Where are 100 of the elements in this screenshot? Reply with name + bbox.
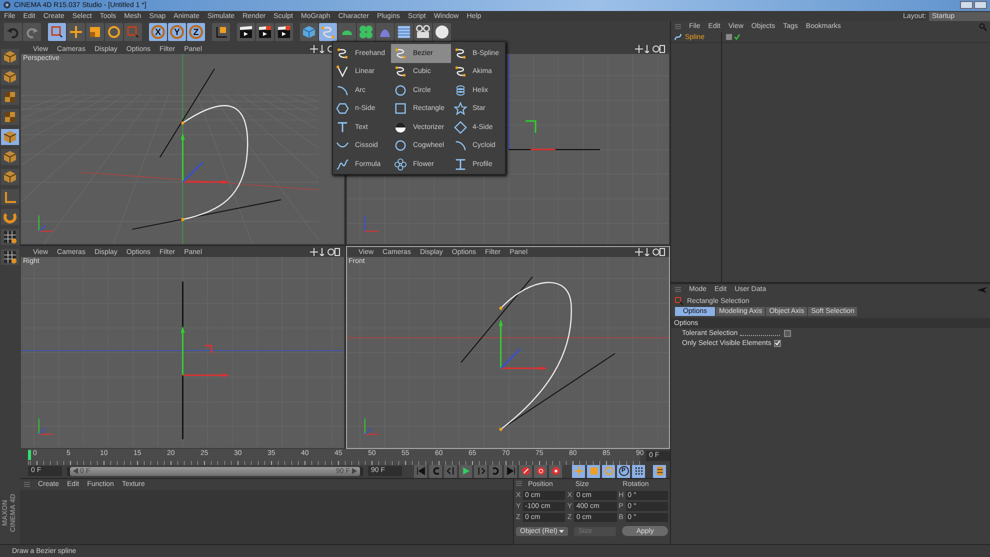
- skip-back-icon: [416, 466, 426, 476]
- half-circle-icon: [394, 120, 407, 134]
- playhead-marker[interactable]: [28, 450, 31, 460]
- rotate-icon: [107, 25, 121, 40]
- camera-icon: [416, 25, 430, 40]
- cube-grid-button[interactable]: [1, 49, 19, 66]
- circle-icon: [394, 84, 407, 97]
- spline-button[interactable]: [319, 23, 337, 42]
- spline-icon: [674, 33, 682, 42]
- axis-lock-button[interactable]: Z: [187, 23, 205, 42]
- cube-button[interactable]: [1, 169, 19, 186]
- grid-button[interactable]: [1, 229, 19, 246]
- step-forward-button[interactable]: [474, 464, 487, 478]
- checkbox[interactable]: [784, 330, 791, 337]
- array-icon: [359, 25, 373, 40]
- play-icon: [460, 466, 470, 476]
- floor-button[interactable]: [395, 23, 413, 42]
- view-navigation-icon[interactable]: [635, 45, 665, 54]
- light-bulb-button[interactable]: [433, 23, 451, 42]
- move-icon: [69, 25, 83, 40]
- rotate-key-button[interactable]: [602, 464, 615, 478]
- record-icon: [520, 466, 530, 476]
- cube-icon: [302, 25, 316, 40]
- scale-icon: [88, 25, 102, 40]
- axis-lock-button[interactable]: Y: [168, 23, 186, 42]
- move-button[interactable]: [67, 23, 85, 42]
- axis-corner-button[interactable]: [1, 189, 19, 206]
- magnet-button[interactable]: [1, 209, 19, 226]
- spline-icon: [321, 25, 335, 40]
- dot-grid-icon: [634, 466, 644, 476]
- floor-icon: [397, 25, 411, 40]
- spline-top-view-drawing[interactable]: [508, 149, 600, 151]
- view-navigation-icon[interactable]: [635, 248, 665, 256]
- record-icon: [536, 466, 546, 476]
- magnet-icon: [3, 210, 17, 224]
- flower-icon: [394, 158, 407, 171]
- skip-forward-button[interactable]: [504, 464, 517, 478]
- grid-button[interactable]: [1, 249, 19, 266]
- skip-back-button[interactable]: [414, 464, 427, 478]
- dome-shape-button[interactable]: [338, 23, 356, 42]
- selection-tool-icon: [126, 25, 140, 40]
- view-navigation-icon[interactable]: [310, 248, 340, 256]
- record-button[interactable]: [519, 464, 532, 478]
- cube-icon: [3, 70, 17, 84]
- array-button[interactable]: [357, 23, 375, 42]
- minimize-button[interactable]: [960, 1, 973, 10]
- selection-tool-button[interactable]: [48, 23, 66, 42]
- selection-tool-button[interactable]: [124, 23, 142, 42]
- polyline-icon: [336, 65, 349, 78]
- record-button[interactable]: [534, 464, 547, 478]
- step-back-button[interactable]: [444, 464, 457, 478]
- cube-button[interactable]: [1, 149, 19, 166]
- rotate-button[interactable]: [105, 23, 123, 42]
- star-icon: [454, 102, 466, 116]
- film-strip-icon: [654, 466, 664, 476]
- checkerboard-button[interactable]: [1, 89, 19, 106]
- maximize-button[interactable]: [974, 1, 987, 10]
- key-back-icon: [430, 466, 440, 476]
- axis-handle-drawing[interactable]: [525, 120, 536, 134]
- move-key-button[interactable]: [572, 464, 585, 478]
- clapperboard-gear-button[interactable]: [275, 23, 293, 42]
- texture-icon: [3, 110, 17, 124]
- world-axis-icon: [364, 418, 379, 436]
- scale-button[interactable]: [86, 23, 104, 42]
- dot-grid-key-button[interactable]: [632, 464, 645, 478]
- axis-lock-button[interactable]: X: [149, 23, 167, 42]
- scale-icon: [588, 466, 598, 476]
- camera-button[interactable]: [414, 23, 432, 42]
- texture-button[interactable]: [1, 109, 19, 126]
- world-axis-icon: [38, 215, 54, 232]
- checkbox[interactable]: [774, 340, 782, 347]
- play-button[interactable]: [459, 464, 472, 478]
- right-arrow-icon[interactable]: [352, 468, 357, 474]
- axis-handle-drawing[interactable]: [180, 133, 230, 184]
- clapperboard-button[interactable]: [237, 23, 255, 42]
- cube-button[interactable]: [1, 69, 19, 86]
- checkmark-icon: [775, 340, 780, 346]
- redo-button[interactable]: [23, 23, 41, 42]
- cube-button[interactable]: [1, 129, 19, 146]
- axis-handle-drawing[interactable]: [180, 326, 230, 378]
- clapperboard-button[interactable]: [256, 23, 274, 42]
- key-forward-button[interactable]: [489, 464, 502, 478]
- record-button[interactable]: [549, 464, 562, 478]
- world-axis-icon: [364, 216, 379, 232]
- coordinate-system-button[interactable]: [212, 23, 230, 42]
- clapperboard-icon: [239, 25, 253, 40]
- undo-icon: [6, 25, 20, 40]
- cube-button[interactable]: [300, 23, 318, 42]
- clapperboard-gear-icon: [277, 25, 291, 40]
- checkmark-icon[interactable]: [734, 34, 740, 40]
- caret-icon: [559, 530, 564, 533]
- scale-key-button[interactable]: [587, 464, 600, 478]
- deformer-button[interactable]: [376, 23, 394, 42]
- key-back-button[interactable]: [429, 464, 442, 478]
- i-beam-icon: [454, 158, 466, 171]
- left-arrow-icon[interactable]: [73, 468, 78, 474]
- visibility-toggle-icon[interactable]: [726, 34, 732, 40]
- timeline-button[interactable]: [653, 464, 666, 478]
- axis-handle-drawing[interactable]: [498, 320, 547, 371]
- square-icon: [394, 102, 407, 116]
